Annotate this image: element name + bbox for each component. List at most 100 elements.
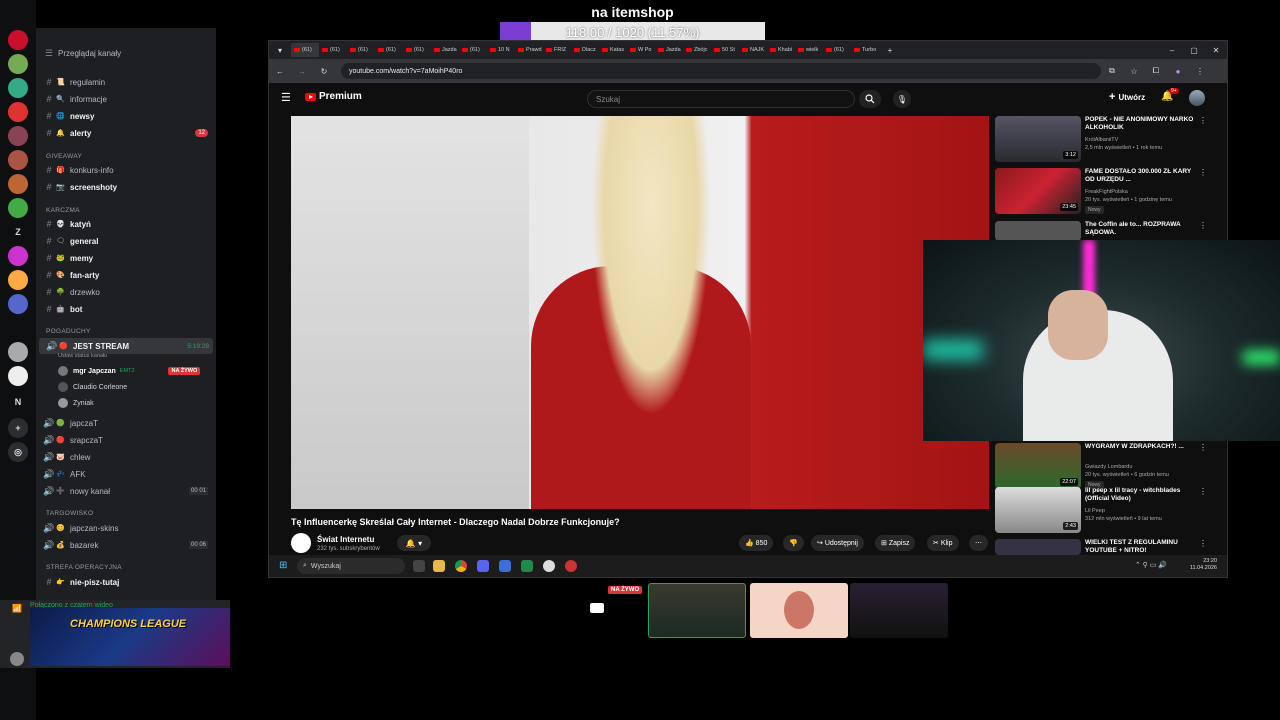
windows-start-icon[interactable]: ⊞ — [279, 560, 287, 571]
server-icon[interactable] — [8, 174, 28, 194]
reload-button[interactable]: ↻ — [313, 67, 335, 76]
channel-item[interactable]: # 🌳 drzewko — [36, 284, 216, 300]
server-letter-z[interactable]: Z — [8, 222, 28, 242]
recommendation-item[interactable]: 23:45 FAME DOSTAŁO 300.000 ZŁ KARY OD UR… — [995, 168, 1215, 220]
server-icon[interactable] — [8, 102, 28, 122]
discord-icon[interactable] — [477, 560, 489, 572]
app-icon[interactable] — [565, 560, 577, 572]
channel-item[interactable]: # 🔍 informacje — [36, 91, 216, 107]
browser-tab[interactable]: Jazda — [431, 43, 459, 57]
browser-tab[interactable]: (61) — [403, 43, 431, 57]
server-icon[interactable] — [8, 342, 28, 362]
hamburger-icon[interactable]: ☰ — [281, 91, 291, 104]
server-icon[interactable] — [8, 246, 28, 266]
tab-search-icon[interactable]: ▾ — [269, 46, 291, 55]
taskbar-search[interactable]: ⌕ Wyszukaj — [297, 558, 405, 574]
channel-item[interactable]: # 🎁 konkurs-info — [36, 162, 216, 178]
app-icon[interactable] — [499, 560, 511, 572]
search-button[interactable] — [859, 90, 881, 108]
browser-tab[interactable]: NAJK — [739, 43, 767, 57]
install-icon[interactable]: ⧉ — [1101, 66, 1123, 76]
category-header[interactable]: TARGOWISKO — [46, 510, 93, 517]
server-letter-n[interactable]: N — [8, 392, 28, 412]
stream-preview-avatar[interactable] — [750, 583, 848, 638]
system-tray-icons[interactable]: ⌃ ⚲ ▭ 🔊 — [1135, 561, 1167, 569]
voice-channel[interactable]: 🔊 🔴 srapczaT — [36, 432, 216, 448]
category-header[interactable]: STREFA OPERACYJNA — [46, 564, 122, 571]
voice-user[interactable]: mgr Japczan EMT2 NA ŻYWO — [58, 366, 201, 376]
more-options-icon[interactable]: ⋮ — [1199, 487, 1207, 496]
browser-tab[interactable]: Turbo — [851, 43, 879, 57]
bookmark-star-icon[interactable]: ☆ — [1123, 67, 1145, 76]
browser-tab[interactable]: (61) — [375, 43, 403, 57]
voice-channel[interactable]: 🔊 🟢 japczaT — [36, 415, 216, 431]
subscription-bell-button[interactable]: 🔔 ▾ — [397, 535, 431, 551]
server-icon[interactable] — [8, 78, 28, 98]
browser-tab[interactable]: Zbójc — [683, 43, 711, 57]
mic-icon[interactable]: 🎙 — [893, 90, 911, 108]
avatar[interactable] — [10, 652, 24, 666]
browser-tab[interactable]: FRIZ — [543, 43, 571, 57]
more-options-icon[interactable]: ⋮ — [1199, 221, 1207, 230]
profile-icon[interactable]: ● — [1167, 67, 1189, 76]
new-tab-button[interactable]: + — [879, 46, 901, 55]
voice-channel[interactable]: 🔊 💰 bazarek 00 06 — [36, 537, 216, 553]
dislike-button[interactable]: 👎 — [783, 535, 804, 551]
voice-channel[interactable]: 🔊 ➕ nowy kanał 00 01 — [36, 483, 216, 499]
browser-tab[interactable]: Khabi — [767, 43, 795, 57]
browser-tab[interactable]: (61) — [347, 43, 375, 57]
menu-kebab-icon[interactable]: ⋮ — [1189, 67, 1211, 76]
voice-status[interactable]: Ustaw status kanału — [58, 353, 107, 359]
search-input[interactable]: Szukaj — [587, 90, 855, 108]
browser-tab[interactable]: wielk — [795, 43, 823, 57]
browser-tab[interactable]: Katas — [599, 43, 627, 57]
server-icon[interactable] — [8, 150, 28, 170]
more-options-icon[interactable]: ⋮ — [1199, 539, 1207, 548]
chrome-icon[interactable] — [455, 560, 467, 572]
create-button[interactable]: + Utwórz — [1109, 91, 1145, 103]
server-icon[interactable] — [8, 366, 28, 386]
voice-user[interactable]: Zyniak — [58, 398, 94, 408]
recommendation-item[interactable]: 3:12 POPEK - NIE ANONIMOWY NARKO ALKOHOL… — [995, 116, 1215, 168]
browser-tab[interactable]: 10 N — [487, 43, 515, 57]
voice-channel[interactable]: 🔊 🐷 chlew — [36, 449, 216, 465]
channel-item[interactable]: # 🗨 general — [36, 233, 216, 249]
server-icon[interactable] — [8, 294, 28, 314]
browser-tab[interactable]: Prawd — [515, 43, 543, 57]
save-button[interactable]: ⊞ Zapisz — [875, 535, 916, 551]
channel-item[interactable]: # 📜 regulamin — [36, 74, 216, 90]
category-header[interactable]: POGADUCHY — [46, 328, 91, 335]
youtube-logo[interactable]: Premium — [305, 91, 362, 102]
browser-tab[interactable]: Jazda — [655, 43, 683, 57]
channel-item[interactable]: # 📷 screenshoty — [36, 179, 216, 195]
like-button[interactable]: 👍 850 — [739, 535, 774, 551]
server-icon[interactable] — [8, 270, 28, 290]
share-button[interactable]: ↪ Udostępnij — [811, 535, 864, 551]
channel-item[interactable]: # 🐸 memy — [36, 250, 216, 266]
channel-item[interactable]: # 🌐 newsy — [36, 108, 216, 124]
forward-button[interactable]: → — [291, 67, 313, 76]
browser-tab[interactable]: 50 St — [711, 43, 739, 57]
avatar[interactable] — [1189, 90, 1205, 106]
recommendation-item[interactable]: WIELKI TEST Z REGULAMINU YOUTUBE + NITRO… — [995, 539, 1215, 555]
recommendation-item[interactable]: 2:43 lil peep x lil tracy - witchblades … — [995, 487, 1215, 539]
category-header[interactable]: GIVEAWAY — [46, 153, 82, 160]
browser-tab[interactable]: W Po — [627, 43, 655, 57]
more-actions-button[interactable]: ⋯ — [969, 535, 988, 551]
server-icon[interactable] — [8, 126, 28, 146]
excel-icon[interactable] — [521, 560, 533, 572]
browser-tab[interactable]: (61) — [823, 43, 851, 57]
browser-tab[interactable]: (61) — [291, 43, 319, 57]
server-icon[interactable] — [8, 54, 28, 74]
channel-item[interactable]: # 👉 nie-pisz-tutaj — [36, 574, 216, 590]
browser-tab[interactable]: (61) — [459, 43, 487, 57]
discover-icon[interactable]: ◎ — [8, 442, 28, 462]
recommendation-item[interactable]: The Coffin ale to... ROZPRAWA SĄDOWA. ⋮ — [995, 221, 1215, 241]
video-player[interactable] — [291, 116, 989, 509]
close-window-button[interactable]: ✕ — [1205, 46, 1227, 55]
back-button[interactable]: ← — [269, 67, 291, 76]
channel-item[interactable]: # 🔔 alerty 12 — [36, 125, 216, 141]
channel-item[interactable]: # 💀 katyń — [36, 216, 216, 232]
more-options-icon[interactable]: ⋮ — [1199, 116, 1207, 125]
server-icon[interactable] — [8, 30, 28, 50]
